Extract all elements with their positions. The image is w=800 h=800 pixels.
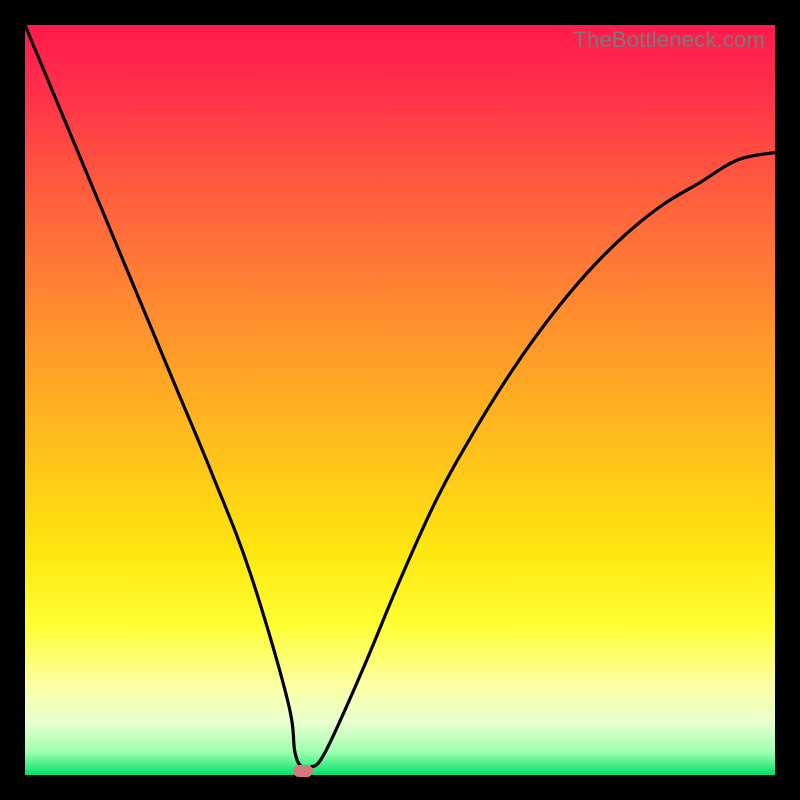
optimum-marker — [293, 765, 313, 777]
curve-path — [25, 25, 775, 770]
plot-area: TheBottleneck.com — [25, 25, 775, 775]
bottleneck-curve — [25, 25, 775, 775]
chart-frame: TheBottleneck.com — [0, 0, 800, 800]
